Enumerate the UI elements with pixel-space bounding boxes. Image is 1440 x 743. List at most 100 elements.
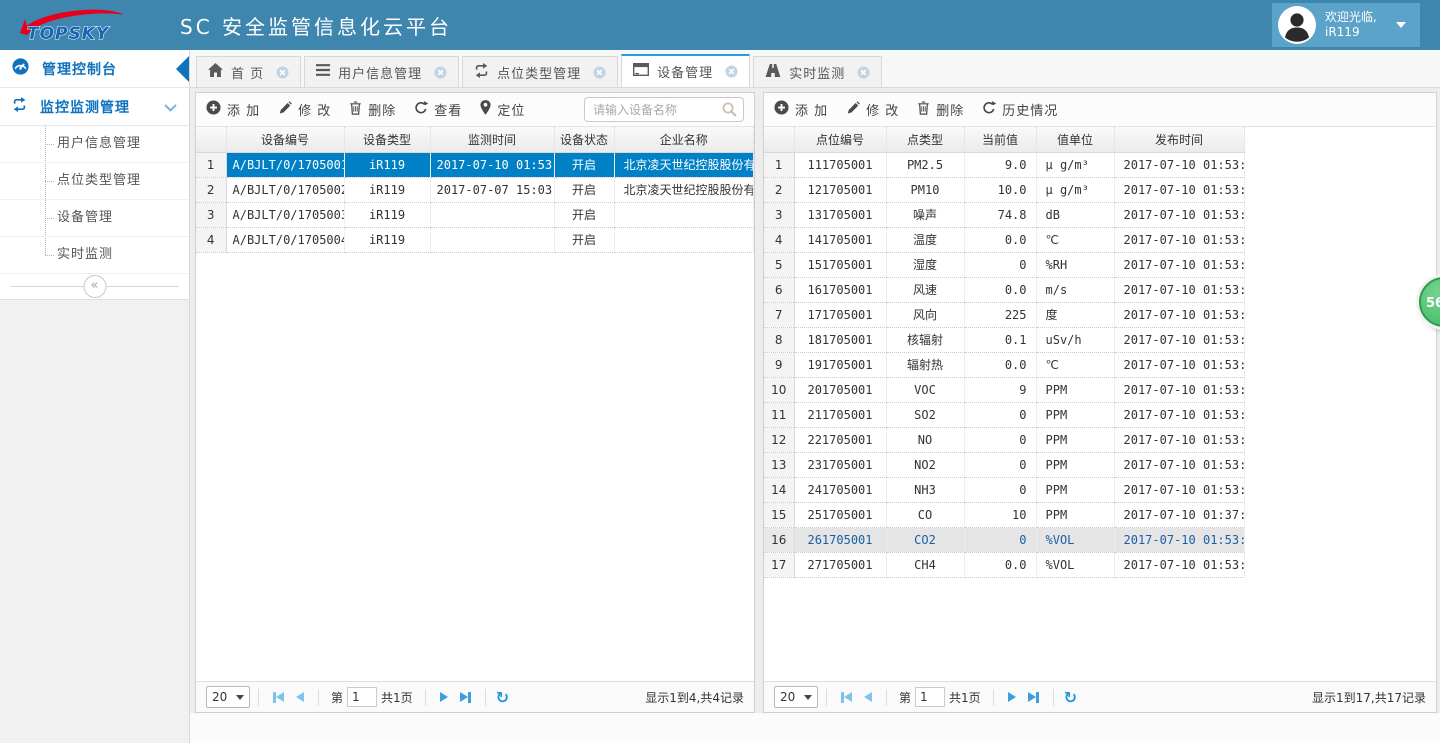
- prev-page-button[interactable]: [864, 692, 872, 702]
- row-number: 3: [764, 202, 794, 227]
- table-cell: 191705001: [794, 352, 886, 377]
- tab-realtime[interactable]: 实时监测: [753, 56, 882, 87]
- table-row[interactable]: 6161705001风速0.0m/s2017-07-10 01:53:21: [764, 277, 1244, 302]
- first-page-button[interactable]: [841, 692, 852, 703]
- table-row[interactable]: 2121705001PM1010.0μ g/m³2017-07-10 01:53…: [764, 177, 1244, 202]
- table-row[interactable]: 5151705001湿度0%RH2017-07-10 01:53:22: [764, 252, 1244, 277]
- table-row[interactable]: 3A/BJLT/0/1705003iR119开启: [196, 202, 754, 227]
- view-button[interactable]: 查看: [414, 100, 462, 119]
- sidebar-item-user-info[interactable]: 用户信息管理: [0, 126, 189, 163]
- next-page-button[interactable]: [1008, 692, 1016, 702]
- table-row[interactable]: 1A/BJLT/0/1705001iR1192017-07-10 01:53:2…: [196, 152, 754, 177]
- table-row[interactable]: 1111705001PM2.59.0μ g/m³2017-07-10 01:53…: [764, 152, 1244, 177]
- column-header[interactable]: 点位编号: [794, 127, 886, 152]
- table-cell: 231705001: [794, 452, 886, 477]
- column-header[interactable]: 设备编号: [226, 127, 344, 152]
- column-header[interactable]: 企业名称: [614, 127, 754, 152]
- add-button[interactable]: 添 加: [774, 100, 828, 119]
- trash-icon: [917, 101, 930, 119]
- table-cell: A/BJLT/0/1705002: [226, 177, 344, 202]
- table-row[interactable]: 2A/BJLT/0/1705002iR1192017-07-07 15:03:0…: [196, 177, 754, 202]
- table-cell: %RH: [1036, 252, 1114, 277]
- close-icon[interactable]: [725, 65, 738, 78]
- first-page-button[interactable]: [273, 692, 284, 703]
- page-size-select[interactable]: 20: [206, 686, 250, 708]
- sidebar-item-console[interactable]: 管理控制台: [0, 50, 189, 88]
- close-icon[interactable]: [857, 66, 870, 79]
- sidebar-group-monitoring[interactable]: 监控监测管理: [0, 88, 189, 126]
- prev-page-button[interactable]: [296, 692, 304, 702]
- table-row[interactable]: 9191705001辐射热0.0℃2017-07-10 01:53:21: [764, 352, 1244, 377]
- refresh-icon[interactable]: ↻: [496, 688, 509, 707]
- column-header[interactable]: 值单位: [1036, 127, 1114, 152]
- table-row[interactable]: 4A/BJLT/0/1705004iR119开启: [196, 227, 754, 252]
- table-row[interactable]: 15251705001CO10PPM2017-07-10 01:37:01: [764, 502, 1244, 527]
- table-cell: iR119: [344, 177, 430, 202]
- table-row[interactable]: 14241705001NH30PPM2017-07-10 01:53:21: [764, 477, 1244, 502]
- sidebar-item-point-type[interactable]: 点位类型管理: [0, 163, 189, 200]
- pencil-icon: [846, 101, 860, 119]
- table-row[interactable]: 12221705001NO0PPM2017-07-10 01:53:21: [764, 427, 1244, 452]
- add-button[interactable]: 添 加: [206, 100, 260, 119]
- monitor-toolbar: 添 加 修 改 删除 历史情况: [764, 93, 1436, 127]
- delete-button[interactable]: 删除: [917, 100, 964, 119]
- table-row[interactable]: 16261705001CO20%VOL2017-07-10 01:53:22: [764, 527, 1244, 552]
- table-row[interactable]: 10201705001VOC9PPM2017-07-10 01:53:22: [764, 377, 1244, 402]
- column-header[interactable]: 监测时间: [430, 127, 554, 152]
- page-input[interactable]: [347, 687, 377, 707]
- table-cell: CH4: [886, 552, 964, 577]
- close-icon[interactable]: [276, 66, 289, 79]
- app-header: TOPSKY SC 安全监管信息化云平台 欢迎光临, iR119: [0, 0, 1440, 50]
- device-search-input[interactable]: [584, 97, 744, 122]
- page-size-select[interactable]: 20: [774, 686, 818, 708]
- refresh-icon[interactable]: ↻: [1064, 688, 1077, 707]
- column-header[interactable]: 当前值: [964, 127, 1036, 152]
- column-header[interactable]: 点类型: [886, 127, 964, 152]
- table-row[interactable]: 7171705001风向225度2017-07-10 01:53:21: [764, 302, 1244, 327]
- row-number: 6: [764, 277, 794, 302]
- close-icon[interactable]: [434, 66, 447, 79]
- table-row[interactable]: 13231705001NO20PPM2017-07-10 01:53:22: [764, 452, 1244, 477]
- topsky-logo: TOPSKY: [14, 4, 134, 46]
- table-cell: 10: [964, 502, 1036, 527]
- sidebar-collapse-button[interactable]: «: [83, 275, 106, 298]
- table-cell: 9: [964, 377, 1036, 402]
- table-cell: CO: [886, 502, 964, 527]
- row-number: 2: [764, 177, 794, 202]
- locate-button[interactable]: 定位: [480, 100, 525, 119]
- table-row[interactable]: 17271705001CH40.0%VOL2017-07-10 01:53:21: [764, 552, 1244, 577]
- divider: [826, 689, 827, 706]
- plus-icon: [774, 100, 789, 119]
- close-icon[interactable]: [593, 66, 606, 79]
- table-cell: 2017-07-10 01:53:21: [1114, 552, 1244, 577]
- tab-label: 实时监测: [789, 63, 845, 82]
- table-cell: 0.0: [964, 352, 1036, 377]
- table-row[interactable]: 3131705001噪声74.8dB2017-07-10 01:53:22: [764, 202, 1244, 227]
- tab-point-type[interactable]: 点位类型管理: [462, 56, 618, 87]
- column-header[interactable]: 发布时间: [1114, 127, 1244, 152]
- tab-user-info[interactable]: 用户信息管理: [304, 56, 459, 87]
- sidebar-item-realtime[interactable]: 实时监测: [0, 237, 189, 274]
- user-menu[interactable]: 欢迎光临, iR119: [1272, 3, 1420, 47]
- history-button[interactable]: 历史情况: [982, 100, 1058, 119]
- table-cell: 221705001: [794, 427, 886, 452]
- table-row[interactable]: 4141705001温度0.0℃2017-07-10 01:53:22: [764, 227, 1244, 252]
- tab-home[interactable]: 首 页: [196, 56, 301, 87]
- edit-button[interactable]: 修 改: [846, 100, 899, 119]
- last-page-button[interactable]: [460, 692, 471, 703]
- tab-device-mgmt[interactable]: 设备管理: [621, 54, 750, 87]
- delete-button[interactable]: 删除: [349, 100, 396, 119]
- edit-button[interactable]: 修 改: [278, 100, 331, 119]
- sidebar-item-device-mgmt[interactable]: 设备管理: [0, 200, 189, 237]
- table-row[interactable]: 11211705001SO20PPM2017-07-10 01:53:22: [764, 402, 1244, 427]
- divider: [993, 689, 994, 706]
- column-header[interactable]: 设备类型: [344, 127, 430, 152]
- next-page-button[interactable]: [440, 692, 448, 702]
- tab-label: 设备管理: [657, 62, 713, 81]
- last-page-button[interactable]: [1028, 692, 1039, 703]
- refresh-icon: [414, 101, 428, 119]
- column-header[interactable]: 设备状态: [554, 127, 614, 152]
- table-row[interactable]: 8181705001核辐射0.1uSv/h2017-07-10 01:53:21: [764, 327, 1244, 352]
- row-number: 1: [764, 152, 794, 177]
- page-input[interactable]: [915, 687, 945, 707]
